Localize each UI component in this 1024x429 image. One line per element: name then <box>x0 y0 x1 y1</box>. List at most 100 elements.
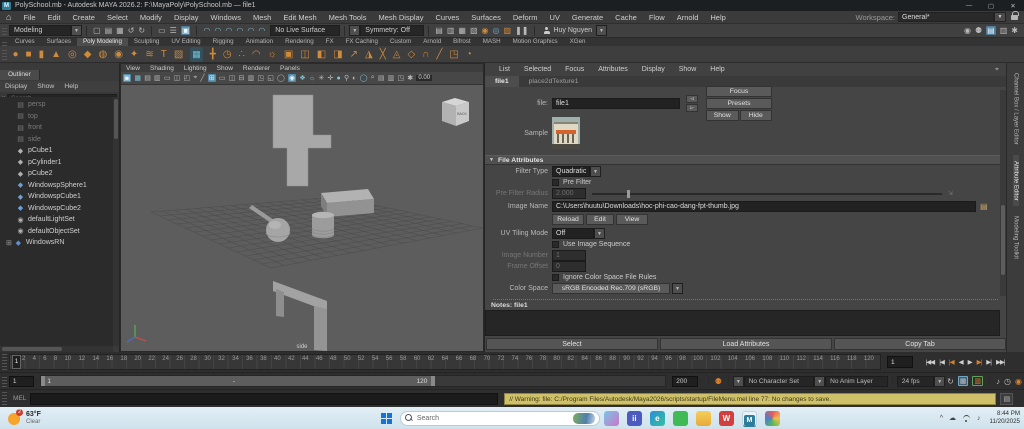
menu-item[interactable]: Edit Mesh <box>277 13 322 22</box>
time-slider-grip[interactable] <box>2 354 7 370</box>
menu-item[interactable]: Edit <box>42 13 67 22</box>
attribute-editor-menu-item[interactable]: Attributes <box>591 66 635 73</box>
view-cube[interactable]: BACK <box>442 98 469 126</box>
sidebar-toggle-icon[interactable]: ◉ <box>964 26 971 35</box>
playback-button[interactable]: ▶| <box>986 358 991 366</box>
viewport-tool-icon[interactable]: ◱ <box>267 74 274 82</box>
shelf-tool-icon[interactable]: ╋ <box>210 47 216 62</box>
sidebar-toggle-icon[interactable]: ▤ <box>986 26 996 35</box>
focus-button[interactable]: Focus <box>706 86 772 97</box>
menu-item[interactable]: Deform <box>507 13 544 22</box>
outliner-item[interactable]: ▤persp <box>0 99 113 111</box>
auto-key-icon[interactable]: ◉ <box>1015 377 1022 386</box>
wifi-icon[interactable] <box>962 415 971 422</box>
current-frame-field[interactable]: 1 <box>887 356 913 368</box>
swap-forward-button[interactable]: ▻ <box>686 104 698 112</box>
viewport-tool-icon[interactable]: ❖ <box>299 74 305 82</box>
node-label[interactable]: pCube1 <box>28 147 53 154</box>
copilot-icon[interactable] <box>604 411 619 426</box>
menu-item[interactable]: File <box>17 13 41 22</box>
range-start-handle[interactable] <box>41 376 45 386</box>
menu-item[interactable]: Help <box>704 13 731 22</box>
range-track[interactable]: 1 - 120 <box>40 375 666 387</box>
sidebar-toggle-icon[interactable]: ⚉ <box>975 26 982 35</box>
file-explorer-icon[interactable] <box>696 411 711 426</box>
maximize-button[interactable]: ▢ <box>980 2 1002 10</box>
render-icon[interactable]: ▤ <box>435 26 443 35</box>
browse-folder-icon[interactable]: ▤ <box>980 202 988 211</box>
selection-mode-icon[interactable]: ▭ <box>158 26 166 35</box>
menu-item[interactable]: Mesh <box>247 13 277 22</box>
outliner-item[interactable]: ⊞◆WindowsRN <box>0 237 113 249</box>
viewport-tool-icon[interactable]: ▥ <box>388 74 395 82</box>
shelf-icons-grip[interactable] <box>2 48 7 60</box>
shelf-tab[interactable]: Animation <box>240 38 280 46</box>
node-label[interactable]: pCube2 <box>28 170 53 177</box>
attribute-editor-menu-item[interactable]: Focus <box>558 66 591 73</box>
menu-set-arrow[interactable]: ▼ <box>71 25 82 36</box>
uv-tiling-arrow[interactable]: ▼ <box>594 228 605 239</box>
file-op-icon[interactable]: ▢ <box>93 26 101 35</box>
view-button[interactable]: View <box>616 214 648 225</box>
shelf-tool-icon[interactable]: ↗ <box>350 47 358 62</box>
playback-speed-icon[interactable]: ▦ <box>958 376 969 386</box>
exposure-value[interactable]: 0.00 <box>416 75 432 81</box>
playback-button[interactable]: ▶▶| <box>996 358 1005 366</box>
viewport-menu-item[interactable]: Show <box>212 65 238 72</box>
mel-input[interactable] <box>30 393 498 405</box>
snap-icon[interactable]: ◠ <box>225 26 232 35</box>
pre-filter-radius-slider[interactable] <box>592 193 942 195</box>
attribute-editor-menu-item[interactable]: Show <box>672 66 704 73</box>
search-highlight-image[interactable] <box>573 413 595 424</box>
node-label[interactable]: WindowspCube2 <box>28 205 81 212</box>
shelf-tool-icon[interactable]: ▣ <box>284 47 293 62</box>
shelf-tool-icon[interactable]: ◧ <box>317 47 326 62</box>
node-label[interactable]: side <box>28 136 41 143</box>
viewport-tool-icon[interactable]: ⊞ <box>208 74 216 82</box>
shelf-tool-icon[interactable]: ▲ <box>51 47 61 62</box>
range-slider-grip[interactable] <box>2 375 7 387</box>
shelf-tool-icon[interactable]: ◷ <box>223 47 232 62</box>
menu-item[interactable]: Select <box>101 13 134 22</box>
taskbar-search[interactable]: Search <box>400 411 600 426</box>
outliner-menu-item[interactable]: Show <box>32 83 59 90</box>
viewport-panel[interactable]: ViewShadingLightingShowRendererPanels ▣▦… <box>120 63 484 352</box>
shelf-tab[interactable]: Bifrost <box>447 38 477 46</box>
menu-item[interactable]: Windows <box>205 13 247 22</box>
pre-filter-checkbox[interactable] <box>552 179 559 186</box>
shelf-tool-icon[interactable]: ◬ <box>393 47 401 62</box>
mel-label[interactable]: MEL <box>13 395 26 402</box>
file-op-icon[interactable]: ↻ <box>138 26 145 35</box>
menu-item[interactable]: Flow <box>643 13 671 22</box>
shelf-tool-icon[interactable]: ◠ <box>252 47 261 62</box>
character-set-icon[interactable]: ⚉ <box>715 377 722 386</box>
snap-icon[interactable]: ◠ <box>247 26 254 35</box>
outliner-item[interactable]: ◆WindowspCube1 <box>0 191 113 203</box>
use-image-sequence-checkbox[interactable] <box>552 241 559 248</box>
render-icon[interactable]: ▥ <box>447 26 455 35</box>
selection-mode-icon[interactable]: ▣ <box>181 26 191 35</box>
shelf-tool-icon[interactable]: ◳ <box>449 47 458 62</box>
color-space-arrow[interactable]: ▼ <box>672 283 683 294</box>
node-label[interactable]: persp <box>28 101 46 108</box>
playback-button[interactable]: |◀◀ <box>926 358 935 366</box>
viewport-tool-icon[interactable]: ▤ <box>378 74 385 82</box>
playback-button[interactable]: |◀ <box>939 358 944 366</box>
image-number-field[interactable]: 1 <box>552 250 586 261</box>
outliner-item[interactable]: ◆WindowspSphere1 <box>0 180 113 192</box>
fps-select[interactable]: 24 fps <box>897 376 934 387</box>
color-space-select[interactable]: sRGB Encoded Rec.709 (sRGB) <box>552 283 670 294</box>
outliner-item[interactable]: ▤front <box>0 122 113 134</box>
mesh-cylinder-top[interactable] <box>312 212 334 218</box>
shelf-tab[interactable]: UV Editing <box>165 38 206 46</box>
viewport-menu-item[interactable]: View <box>121 65 145 72</box>
teams-icon[interactable]: ii <box>627 411 642 426</box>
copy-tab-button[interactable]: Copy Tab <box>834 338 1006 350</box>
viewport-tool-icon[interactable]: ◯ <box>277 74 285 82</box>
viewport-menu-item[interactable]: Lighting <box>179 65 212 72</box>
shelf-tool-icon[interactable]: ▧ <box>174 47 183 62</box>
workspace-dropdown-arrow[interactable]: ▼ <box>994 12 1006 22</box>
workspace-select[interactable]: General* <box>898 12 994 22</box>
workspace-lock-icon[interactable] <box>1011 15 1018 20</box>
viewport-tool-icon[interactable]: ⌕ <box>371 74 375 82</box>
